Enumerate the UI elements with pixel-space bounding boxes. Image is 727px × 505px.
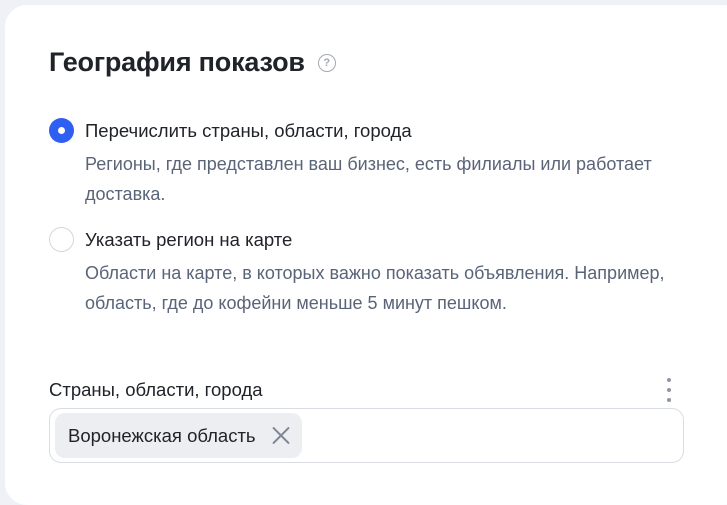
geo-settings-card: География показов ? Перечислить страны, … [5,5,727,505]
option-label[interactable]: Указать регион на карте [85,229,292,251]
more-vertical-icon[interactable] [660,376,678,404]
help-icon[interactable]: ? [317,53,336,72]
region-chip: Воронежская область [55,413,302,458]
region-chip-label: Воронежская область [68,424,256,446]
regions-field-label: Страны, области, города [49,379,263,400]
section-header: География показов ? [49,47,336,78]
dot [667,378,671,382]
radio-list-regions[interactable] [49,118,74,143]
dot [667,398,671,402]
radio-map-region[interactable] [49,227,74,252]
close-icon[interactable] [271,425,291,445]
option-description: Регионы, где представлен ваш бизнес, ест… [85,154,652,204]
regions-input[interactable]: Воронежская область [49,408,684,463]
option-description: Области на карте, в которых важно показа… [85,263,665,313]
dot [667,388,671,392]
section-title: География показов [49,47,305,77]
option-label[interactable]: Перечислить страны, области, города [85,120,412,142]
